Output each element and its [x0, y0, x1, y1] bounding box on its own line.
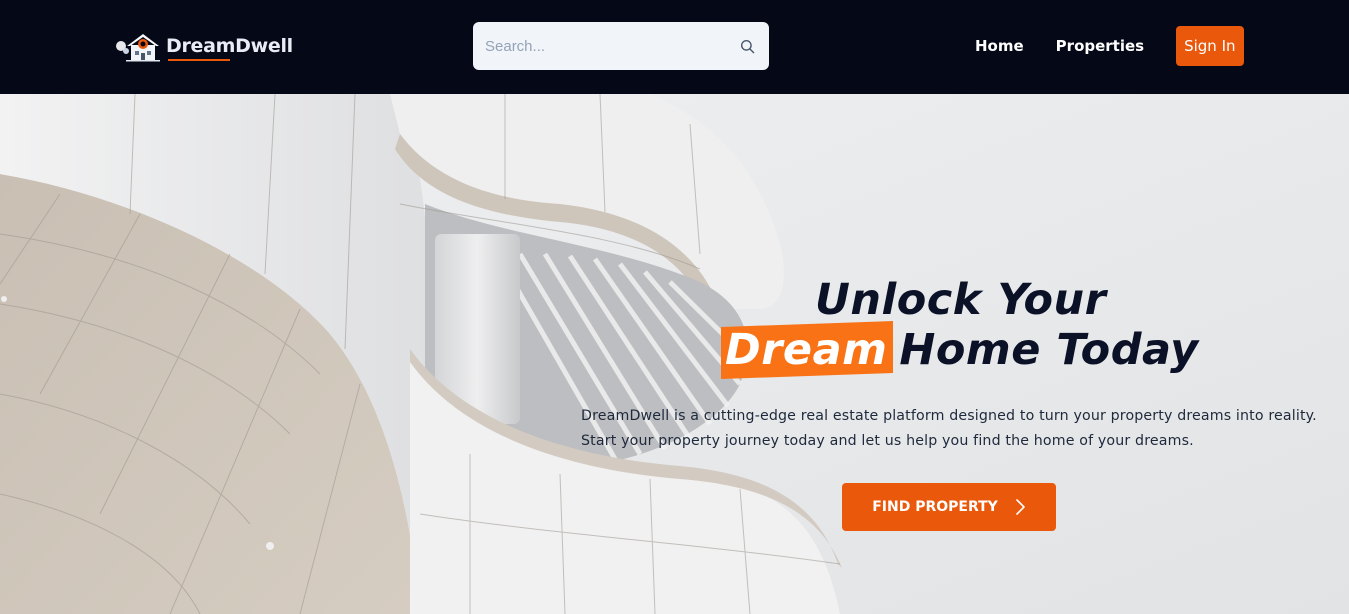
chevron-right-icon: [1015, 499, 1025, 515]
hero-headline: Unlock Your Dream Home Today: [700, 275, 1320, 380]
headline-highlight-text: Dream: [725, 325, 888, 376]
search-input[interactable]: [485, 37, 740, 55]
brand-underline: [168, 59, 230, 61]
house-logo-icon: [116, 34, 160, 62]
search-icon[interactable]: [740, 39, 755, 54]
navbar: DreamDwell Home Properties Sign In: [0, 0, 1349, 94]
brand-name: DreamDwell: [166, 35, 293, 57]
hero-section: Unlock Your Dream Home Today DreamDwell i…: [0, 94, 1349, 614]
headline-line-1: Unlock Your: [815, 275, 1107, 325]
brand-logo-link[interactable]: DreamDwell: [114, 31, 293, 63]
find-property-button[interactable]: FIND PROPERTY: [842, 483, 1056, 531]
headline-highlight: Dream: [721, 320, 894, 380]
headline-rest: Home Today: [899, 325, 1199, 375]
search-bar: [473, 22, 769, 70]
hero-description: DreamDwell is a cutting-edge real estate…: [581, 404, 1341, 454]
description-line-2: Start your property journey today and le…: [581, 433, 1194, 449]
find-property-label: FIND PROPERTY: [872, 499, 998, 515]
description-line-1: DreamDwell is a cutting-edge real estate…: [581, 408, 1317, 424]
nav-home-link[interactable]: Home: [975, 26, 1024, 66]
sign-in-button[interactable]: Sign In: [1176, 26, 1244, 66]
headline-line-2: Dream Home Today: [700, 320, 1320, 380]
main-nav: Home Properties Sign In: [975, 26, 1244, 66]
nav-properties-link[interactable]: Properties: [1056, 26, 1144, 66]
